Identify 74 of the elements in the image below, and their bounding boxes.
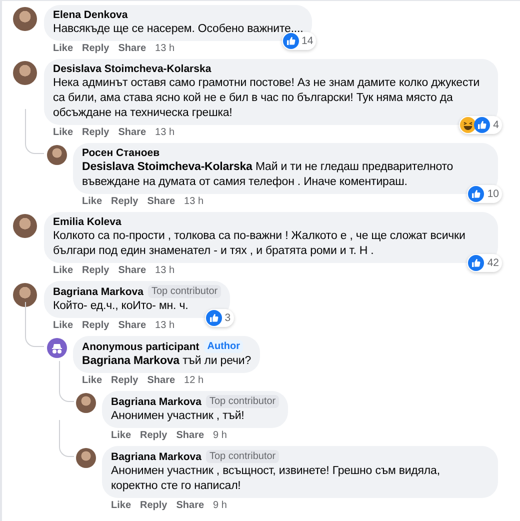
comment-text: Колкото са по-прости , толкова са по-важни ! Жалкото е , че ще сложат всички българи под един знаменател - и тях , и братята роми и т. Н . bbox=[53, 229, 466, 259]
comment-text: Bagriana Markova тъй ли речи? bbox=[82, 354, 252, 369]
thumbs-up-icon bbox=[474, 117, 490, 133]
share-link[interactable]: Share bbox=[176, 500, 204, 512]
author-badge: Author bbox=[204, 340, 244, 353]
share-link[interactable]: Share bbox=[118, 43, 146, 55]
like-link[interactable]: Like bbox=[53, 265, 74, 277]
avatar[interactable] bbox=[47, 145, 67, 165]
contributor-badge: Top contributor bbox=[206, 450, 279, 463]
comment-text: Който- ед.ч., коИто- мн. ч. bbox=[53, 299, 190, 314]
thumbs-up-icon bbox=[282, 33, 299, 49]
share-link[interactable]: Share bbox=[118, 320, 146, 332]
avatar[interactable] bbox=[13, 61, 37, 85]
avatar[interactable] bbox=[76, 448, 96, 468]
thumbs-up-icon bbox=[468, 186, 484, 202]
timestamp[interactable]: 9 h bbox=[213, 430, 227, 442]
reply-link[interactable]: Reply bbox=[82, 43, 110, 55]
reply-link[interactable]: Reply bbox=[82, 320, 110, 332]
timestamp[interactable]: 13 h bbox=[184, 196, 204, 208]
comment-text: Анонимен участник , тъй! bbox=[111, 409, 246, 424]
share-link[interactable]: Share bbox=[118, 127, 146, 139]
avatar[interactable] bbox=[76, 393, 96, 413]
timestamp[interactable]: 13 h bbox=[155, 127, 175, 139]
reaction-summary[interactable]: 10 bbox=[467, 185, 502, 203]
contributor-badge: Top contributor bbox=[148, 285, 221, 298]
reaction-summary[interactable]: 4 bbox=[459, 116, 502, 134]
thread-line bbox=[59, 361, 74, 402]
reply-link[interactable]: Reply bbox=[140, 500, 168, 512]
thread-line bbox=[59, 420, 74, 457]
like-link[interactable]: Like bbox=[111, 430, 132, 442]
contributor-badge: Top contributor bbox=[206, 395, 279, 408]
share-link[interactable]: Share bbox=[147, 375, 176, 387]
author-name[interactable]: Desislava Stoimcheva-Kolarska bbox=[53, 63, 212, 75]
laughing-emoji-icon bbox=[460, 117, 476, 133]
reply-link[interactable]: Reply bbox=[140, 430, 168, 442]
like-link[interactable]: Like bbox=[82, 196, 102, 208]
timestamp[interactable]: 13 h bbox=[155, 43, 175, 55]
avatar[interactable] bbox=[47, 338, 67, 358]
share-link[interactable]: Share bbox=[176, 430, 204, 442]
reply-link[interactable]: Reply bbox=[111, 375, 138, 387]
timestamp[interactable]: 13 h bbox=[155, 320, 175, 332]
share-link[interactable]: Share bbox=[118, 265, 146, 277]
incognito-figure-icon bbox=[51, 342, 63, 354]
author-name[interactable]: Emilia Koleva bbox=[53, 216, 122, 228]
timestamp[interactable]: 12 h bbox=[184, 375, 204, 387]
reaction-summary[interactable]: 14 bbox=[282, 32, 316, 50]
timestamp[interactable]: 13 h bbox=[155, 265, 175, 277]
share-link[interactable]: Share bbox=[147, 196, 176, 208]
reaction-summary[interactable]: 3 bbox=[204, 309, 234, 327]
comment-text: Desislava Stoimcheva-Kolarska Май и ти не гледаш предварителното въвеждане на думата от самия телефон . Иначе коментираш. bbox=[82, 160, 454, 190]
like-link[interactable]: Like bbox=[111, 500, 132, 512]
thumbs-up-icon bbox=[468, 255, 484, 271]
avatar[interactable] bbox=[13, 7, 37, 31]
author-name[interactable]: Росен Станоев bbox=[82, 147, 160, 159]
author-name[interactable]: Bagriana Markova bbox=[111, 450, 202, 462]
avatar[interactable] bbox=[13, 283, 37, 307]
thread-line bbox=[25, 302, 44, 347]
author-name[interactable]: Elena Denkova bbox=[53, 9, 128, 21]
author-name[interactable]: Bagriana Markova bbox=[53, 286, 144, 298]
reaction-summary[interactable]: 42 bbox=[467, 254, 502, 272]
like-link[interactable]: Like bbox=[53, 43, 74, 55]
avatar[interactable] bbox=[13, 214, 37, 238]
like-link[interactable]: Like bbox=[53, 127, 74, 139]
thumbs-up-icon bbox=[206, 310, 222, 326]
author-name[interactable]: Bagriana Markova bbox=[111, 396, 202, 408]
like-link[interactable]: Like bbox=[53, 320, 74, 332]
like-link[interactable]: Like bbox=[82, 375, 102, 387]
reply-link[interactable]: Reply bbox=[111, 196, 138, 208]
timestamp[interactable]: 9 h bbox=[213, 500, 227, 512]
reply-link[interactable]: Reply bbox=[82, 127, 110, 139]
comment-text: Анонимен участник , всъщност, извинете! Грешно съм видяла, коректно сте го написал! bbox=[111, 464, 441, 494]
reply-link[interactable]: Reply bbox=[82, 265, 110, 277]
author-name[interactable]: Anonymous participant bbox=[82, 340, 200, 352]
thread-line bbox=[25, 109, 44, 154]
